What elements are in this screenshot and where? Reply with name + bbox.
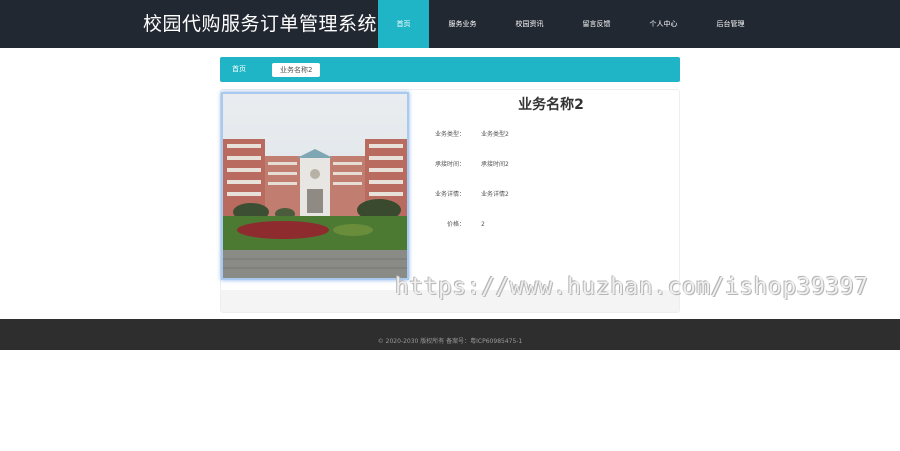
breadcrumb: 首页 业务名称2 bbox=[220, 57, 680, 82]
field-accept-time: 承接时间： 承接时间2 bbox=[421, 158, 671, 172]
field-label: 业务详情： bbox=[434, 191, 465, 198]
nav-home[interactable]: 首页 bbox=[378, 0, 429, 48]
field-service-details: 业务详情： 业务详情2 bbox=[421, 188, 671, 202]
nav-services[interactable]: 服务业务 bbox=[429, 0, 496, 48]
page-footer: © 2020-2030 版权所有 备案号：粤ICP60985475-1 bbox=[0, 319, 900, 350]
nav-admin[interactable]: 后台管理 bbox=[697, 0, 764, 48]
field-value: 业务类型2 bbox=[481, 131, 509, 138]
campus-building-image bbox=[223, 94, 407, 278]
field-value: 业务详情2 bbox=[481, 191, 509, 198]
footer-copyright: © 2020-2030 版权所有 备案号：粤ICP60985475-1 bbox=[377, 338, 523, 345]
field-label: 价格： bbox=[446, 221, 465, 228]
breadcrumb-home-link[interactable]: 首页 bbox=[232, 57, 246, 82]
field-value: 承接时间2 bbox=[481, 161, 509, 168]
field-label: 承接时间： bbox=[434, 161, 465, 168]
field-service-type: 业务类型： 业务类型2 bbox=[421, 128, 671, 142]
breadcrumb-current: 业务名称2 bbox=[272, 63, 321, 77]
nav-personal-center[interactable]: 个人中心 bbox=[630, 0, 697, 48]
service-title: 业务名称2 bbox=[518, 97, 584, 113]
nav-campus-news[interactable]: 校园资讯 bbox=[496, 0, 563, 48]
field-price: 价格： 2 bbox=[421, 218, 671, 232]
field-value: 2 bbox=[481, 221, 485, 228]
service-image bbox=[221, 92, 409, 280]
main-nav: 首页 服务业务 校园资讯 留言反馈 个人中心 后台管理 bbox=[378, 0, 764, 48]
watermark-text: https://www.huzhan.com/ishop39397 bbox=[395, 274, 869, 300]
nav-feedback[interactable]: 留言反馈 bbox=[563, 0, 630, 48]
site-title: 校园代购服务订单管理系统 bbox=[143, 13, 378, 35]
field-label: 业务类型： bbox=[434, 131, 465, 138]
top-header: 校园代购服务订单管理系统 首页 服务业务 校园资讯 留言反馈 个人中心 后台管理 bbox=[0, 0, 900, 48]
